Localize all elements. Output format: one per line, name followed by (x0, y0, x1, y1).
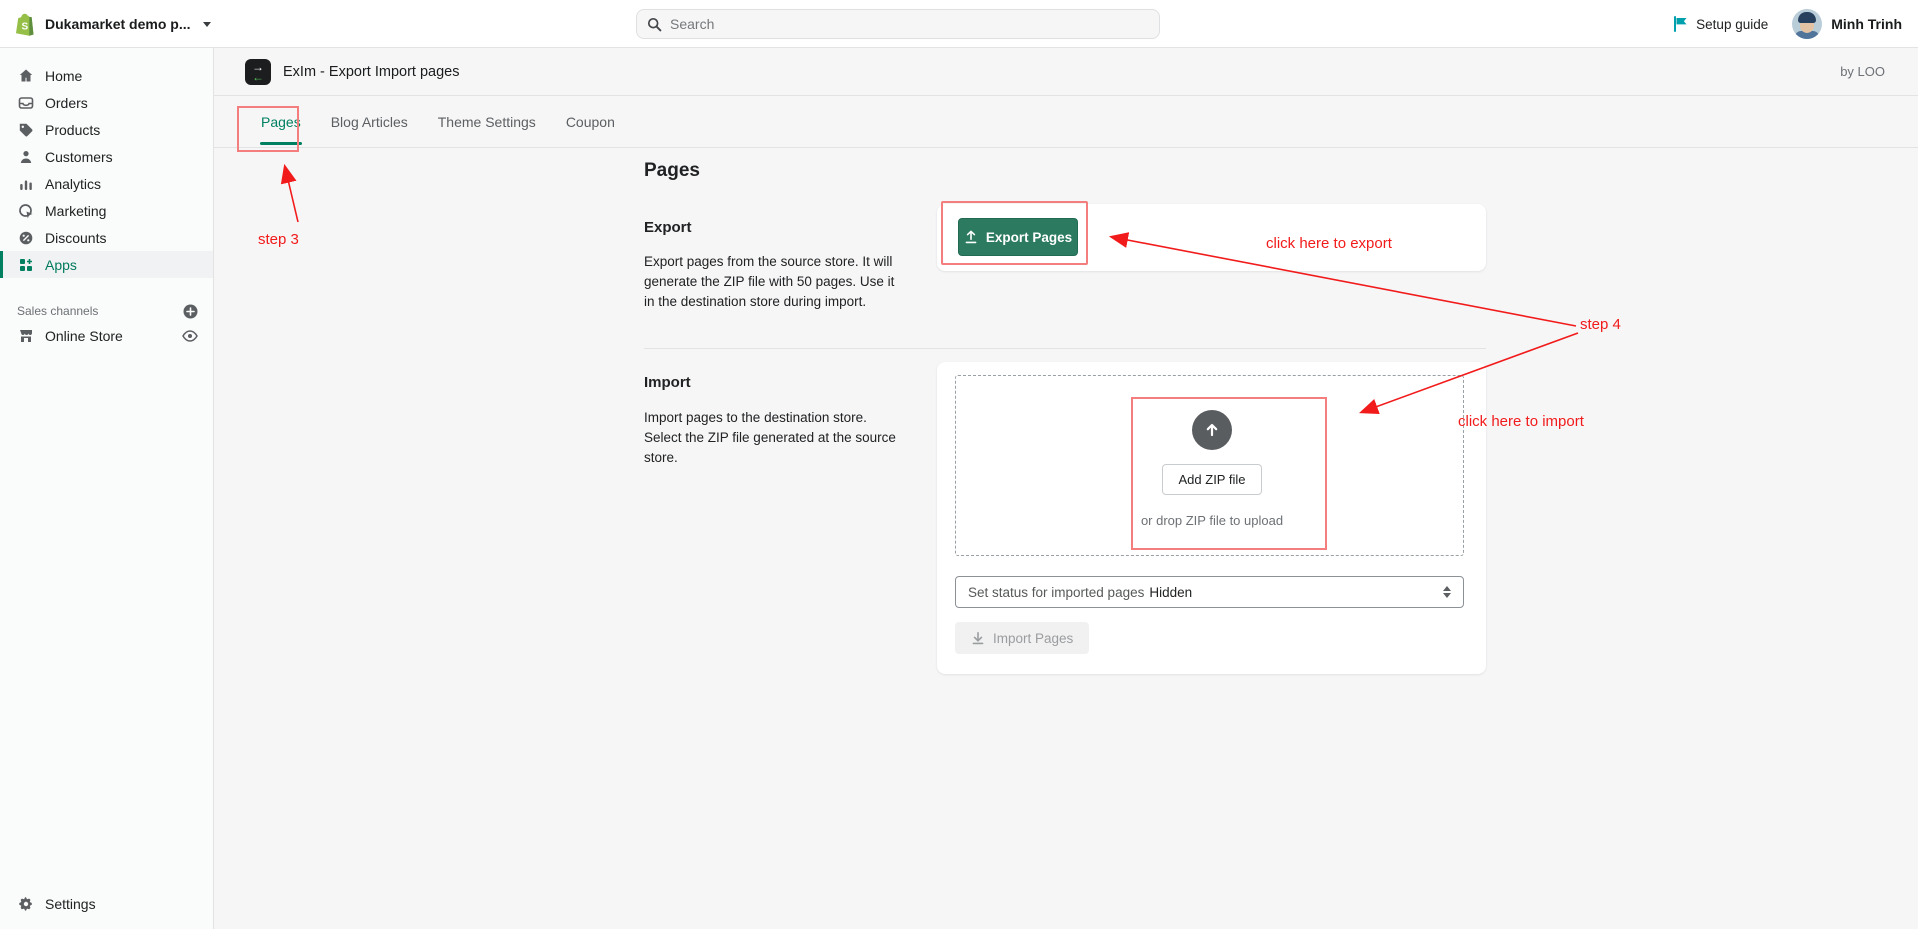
sidebar-item-label: Discounts (45, 230, 106, 246)
sidebar-item-label: Settings (45, 896, 96, 912)
tab-label: Blog Articles (331, 114, 408, 130)
setup-guide-button[interactable]: Setup guide (1673, 16, 1768, 32)
tab-bar: Pages Blog Articles Theme Settings Coupo… (214, 96, 1918, 148)
sidebar-item-label: Online Store (45, 328, 123, 344)
sidebar-item-label: Orders (45, 95, 88, 111)
annotation-step4: step 4 (1580, 316, 1621, 333)
export-button-label: Export Pages (986, 230, 1072, 245)
svg-text:S: S (22, 21, 29, 32)
sidebar-item-settings[interactable]: Settings (0, 890, 213, 917)
import-section-label: Import (644, 374, 691, 391)
annotation-step3: step 3 (258, 231, 299, 248)
sidebar-item-products[interactable]: Products (0, 116, 213, 143)
bar-chart-icon (17, 175, 34, 192)
search-icon (647, 17, 662, 32)
sidebar-item-label: Products (45, 122, 100, 138)
sidebar-item-apps[interactable]: Apps (0, 251, 213, 278)
export-section-label: Export (644, 219, 692, 236)
sidebar-item-analytics[interactable]: Analytics (0, 170, 213, 197)
export-pages-button[interactable]: Export Pages (958, 218, 1078, 256)
zip-dropzone[interactable]: Add ZIP file or drop ZIP file to upload (955, 375, 1464, 556)
search-input[interactable] (670, 16, 1149, 32)
tab-theme-settings[interactable]: Theme Settings (437, 96, 537, 147)
shopify-logo-icon: S (14, 13, 35, 36)
section-divider (644, 348, 1486, 349)
sidebar-item-label: Customers (45, 149, 113, 165)
gear-icon (17, 895, 34, 912)
avatar (1792, 9, 1822, 39)
tag-icon (17, 121, 34, 138)
topbar: S Dukamarket demo p... Setup guide Minh … (0, 0, 1918, 48)
tab-pages[interactable]: Pages (260, 96, 302, 147)
tab-label: Coupon (566, 114, 615, 130)
app-header: →← ExIm - Export Import pages by LOO (214, 48, 1918, 96)
app-byline: by LOO (1840, 64, 1885, 79)
sidebar-item-label: Marketing (45, 203, 106, 219)
storefront-icon (17, 327, 34, 344)
import-pages-button[interactable]: Import Pages (955, 622, 1089, 654)
import-section-description: Import pages to the destination store. S… (644, 408, 900, 468)
download-icon (971, 631, 985, 645)
sidebar-item-label: Apps (45, 257, 77, 273)
user-name: Minh Trinh (1831, 16, 1902, 32)
apps-icon (17, 256, 34, 273)
sidebar-item-home[interactable]: Home (0, 62, 213, 89)
view-store-eye-icon[interactable] (182, 330, 198, 342)
sidebar-item-marketing[interactable]: Marketing (0, 197, 213, 224)
status-select-label: Set status for imported pages (968, 585, 1144, 600)
export-card: Export Pages (937, 204, 1486, 271)
export-section-description: Export pages from the source store. It w… (644, 252, 900, 312)
page-title: Pages (644, 160, 700, 182)
marketing-icon (17, 202, 34, 219)
store-name: Dukamarket demo p... (45, 16, 191, 32)
sales-channels-label: Sales channels (17, 304, 98, 318)
status-select-value: Hidden (1149, 585, 1192, 600)
exim-app-icon: →← (245, 59, 271, 85)
flag-icon (1673, 16, 1688, 32)
select-stepper-icon (1443, 586, 1451, 598)
tab-label: Pages (261, 114, 301, 130)
chevron-down-icon (203, 22, 211, 27)
global-search[interactable] (636, 9, 1160, 39)
sidebar-item-label: Analytics (45, 176, 101, 192)
sidebar-item-discounts[interactable]: Discounts (0, 224, 213, 251)
drop-hint-text: or drop ZIP file to upload (1072, 513, 1352, 528)
import-button-label: Import Pages (993, 631, 1073, 646)
app-title: ExIm - Export Import pages (283, 64, 459, 80)
person-icon (17, 148, 34, 165)
sidebar-item-customers[interactable]: Customers (0, 143, 213, 170)
setup-guide-label: Setup guide (1696, 17, 1768, 32)
upload-circle-icon (1192, 410, 1232, 450)
orders-icon (17, 94, 34, 111)
tab-blog-articles[interactable]: Blog Articles (330, 96, 409, 147)
tab-label: Theme Settings (438, 114, 536, 130)
upload-icon (964, 230, 978, 244)
import-card: Add ZIP file or drop ZIP file to upload … (937, 362, 1486, 674)
store-switcher[interactable]: S Dukamarket demo p... (14, 0, 211, 48)
sidebar-item-label: Home (45, 68, 82, 84)
add-zip-file-button[interactable]: Add ZIP file (1162, 464, 1262, 495)
sidebar: Home Orders Products Customers Analytics… (0, 48, 214, 929)
sidebar-item-orders[interactable]: Orders (0, 89, 213, 116)
status-select[interactable]: Set status for imported pages Hidden (955, 576, 1464, 608)
add-sales-channel-button[interactable] (183, 304, 198, 319)
discount-icon (17, 229, 34, 246)
sidebar-item-online-store[interactable]: Online Store (0, 322, 213, 349)
home-icon (17, 67, 34, 84)
tab-coupon[interactable]: Coupon (565, 96, 616, 147)
user-menu[interactable]: Minh Trinh (1792, 9, 1902, 39)
